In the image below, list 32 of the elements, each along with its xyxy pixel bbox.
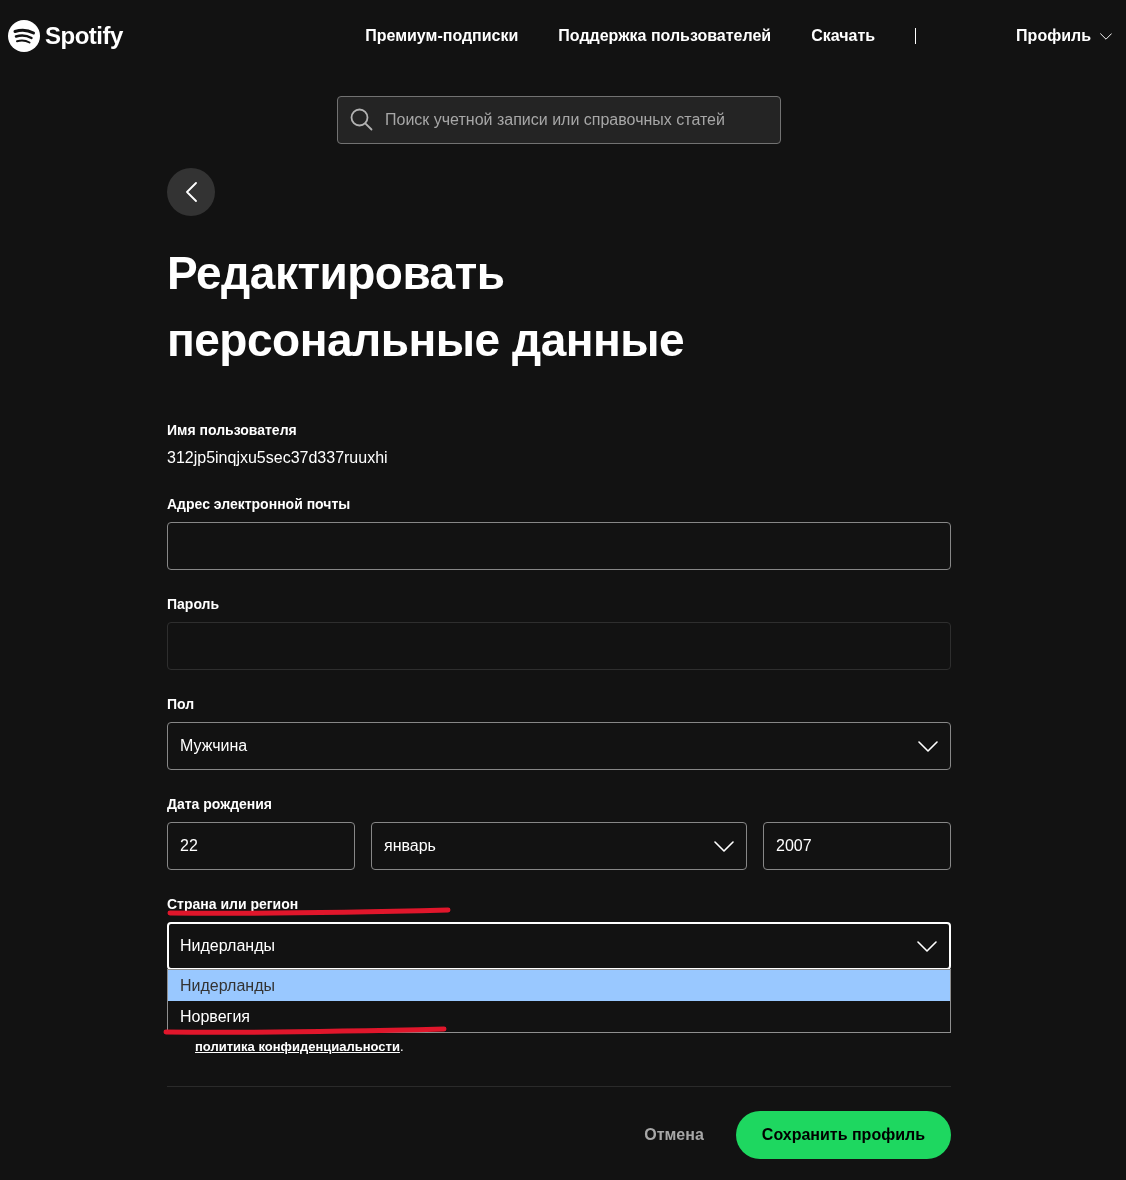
field-label: Адрес электронной почты bbox=[167, 495, 351, 513]
cancel-button[interactable]: Отмена bbox=[644, 1111, 704, 1159]
day-input[interactable]: 22 bbox=[167, 822, 355, 870]
privacy-policy-link[interactable]: политика конфиденциальности bbox=[195, 1039, 400, 1054]
search-icon bbox=[350, 108, 373, 131]
page-title: Редактировать персональные данные bbox=[167, 246, 686, 368]
field-label: Страна или регион bbox=[167, 895, 299, 913]
logo-icon bbox=[8, 20, 40, 52]
field-label: Дата рождения bbox=[167, 795, 273, 813]
search-field[interactable]: Поиск учетной записи или справочных статей bbox=[337, 96, 781, 144]
chevron-down-icon bbox=[714, 840, 734, 852]
chevron-left-icon bbox=[185, 182, 197, 202]
back-button[interactable] bbox=[167, 168, 215, 216]
text-input[interactable] bbox=[167, 522, 951, 570]
username-value: 312jp5inqjxu5sec37d337ruuxhi bbox=[167, 448, 389, 468]
nav-link[interactable]: Поддержка пользователей bbox=[558, 27, 772, 45]
month-select[interactable]: январь bbox=[371, 822, 747, 870]
chevron-down-icon bbox=[918, 740, 938, 752]
field-label: Имя пользователя bbox=[167, 421, 297, 439]
profile-menu[interactable]: Профиль bbox=[1016, 27, 1112, 45]
field-label: Пол bbox=[167, 695, 195, 713]
year-input[interactable]: 2007 bbox=[763, 822, 951, 870]
field-label: Пароль bbox=[167, 595, 220, 613]
consent-text: политика конфиденциальности. bbox=[194, 1038, 405, 1056]
chevron-down-icon bbox=[917, 940, 937, 952]
chevron-down-icon bbox=[1100, 32, 1112, 40]
dropdown-option[interactable]: Нидерланды bbox=[168, 970, 950, 1001]
dropdown-field[interactable]: Мужчина bbox=[167, 722, 951, 770]
save-button[interactable]: Сохранить профиль bbox=[735, 1111, 951, 1159]
logo-link[interactable]: Spotify bbox=[8, 20, 123, 52]
nav-link[interactable]: Премиум-подписки bbox=[365, 27, 519, 45]
nav-link[interactable]: Скачать bbox=[811, 27, 876, 45]
